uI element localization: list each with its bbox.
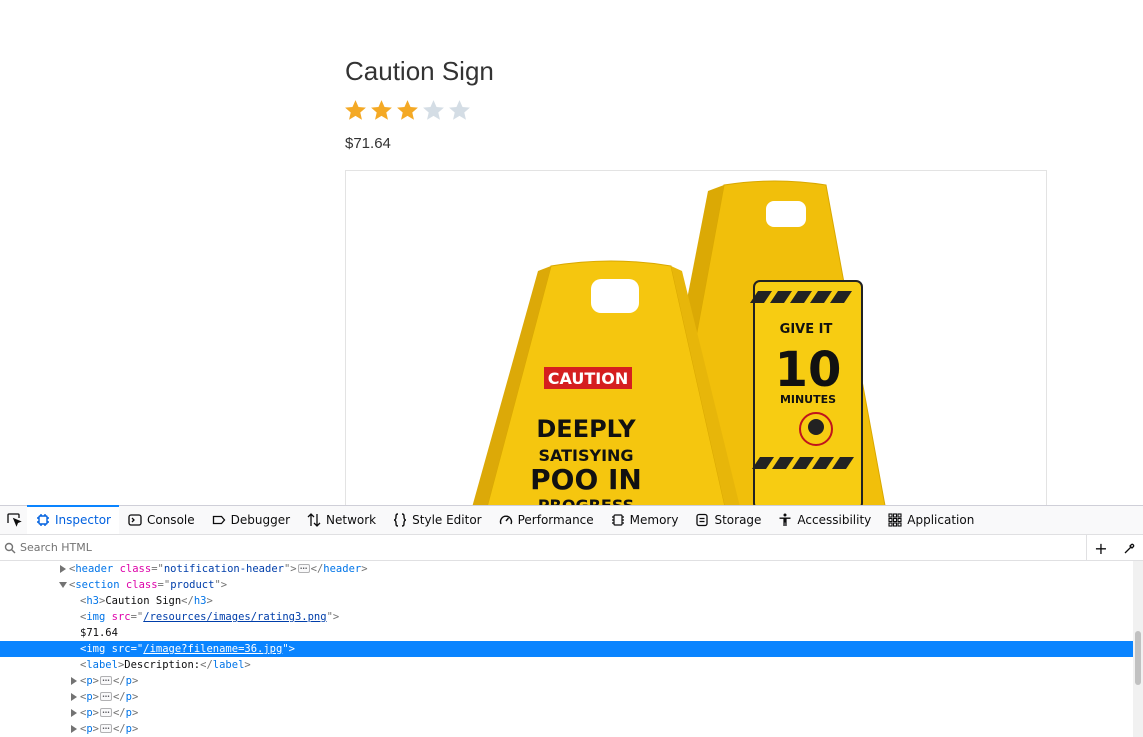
svg-text:10: 10 bbox=[775, 342, 842, 398]
tab-label: Console bbox=[146, 513, 195, 527]
style-editor-icon bbox=[393, 513, 407, 527]
markup-view: <header class="notification-header"></he… bbox=[0, 561, 1143, 737]
console-icon bbox=[128, 513, 142, 527]
markup-line-img-product-selected[interactable]: <img src="/image?filename=36.jpg"> bbox=[0, 641, 1143, 657]
product-image-link[interactable]: /image?filename=36.jpg bbox=[143, 643, 282, 655]
storage-icon bbox=[695, 513, 709, 527]
markup-line-img-rating[interactable]: <img src="/resources/images/rating3.png"… bbox=[0, 609, 1143, 625]
memory-icon bbox=[611, 513, 625, 527]
markup-line-p[interactable]: <p></p> bbox=[0, 673, 1143, 689]
expand-arrow-icon[interactable] bbox=[70, 705, 78, 721]
search-icon bbox=[0, 542, 20, 554]
page-viewport: Caution Sign $71.64 GIVE IT 10 MINUTES C… bbox=[0, 0, 1143, 505]
tab-label: Network bbox=[326, 513, 377, 527]
svg-text:PROGRESS: PROGRESS bbox=[538, 496, 634, 505]
markup-line-h3[interactable]: <h3>Caution Sign</h3> bbox=[0, 593, 1143, 609]
inspector-icon bbox=[36, 513, 50, 527]
performance-icon bbox=[499, 513, 513, 527]
element-picker-icon bbox=[6, 513, 22, 527]
tab-accessibility[interactable]: Accessibility bbox=[769, 506, 879, 534]
network-icon bbox=[307, 513, 321, 527]
tab-console[interactable]: Console bbox=[119, 506, 203, 534]
markup-line-price-text[interactable]: $71.64 bbox=[0, 625, 1143, 641]
star-icon-4 bbox=[423, 100, 444, 120]
expand-arrow-icon[interactable] bbox=[59, 561, 67, 577]
tab-label: Style Editor bbox=[412, 513, 482, 527]
star-icon-1 bbox=[345, 100, 366, 120]
expand-arrow-icon[interactable] bbox=[70, 673, 78, 689]
markup-line-section[interactable]: <section class="product"> bbox=[0, 577, 1143, 593]
search-bar-actions: + bbox=[1086, 535, 1143, 561]
tab-label: Storage bbox=[714, 513, 762, 527]
star-icon-5 bbox=[449, 100, 470, 120]
collapsed-content-icon[interactable] bbox=[99, 721, 112, 737]
tab-label: Performance bbox=[517, 513, 594, 527]
tab-memory[interactable]: Memory bbox=[602, 506, 687, 534]
html-search-bar: + bbox=[0, 535, 1143, 561]
product-title: Caution Sign bbox=[345, 56, 494, 86]
svg-text:GIVE IT: GIVE IT bbox=[780, 322, 833, 337]
accessibility-icon bbox=[778, 513, 792, 527]
svg-text:DEEPLY: DEEPLY bbox=[536, 415, 636, 443]
collapsed-content-icon[interactable] bbox=[297, 561, 310, 577]
devtools-toolbar: Inspector Console Debugger Network Style… bbox=[0, 505, 1143, 535]
markup-line-header[interactable]: <header class="notification-header"></he… bbox=[0, 561, 1143, 577]
tab-label: Inspector bbox=[55, 513, 111, 527]
tab-label: Debugger bbox=[230, 513, 291, 527]
collapsed-content-icon[interactable] bbox=[99, 673, 112, 689]
markup-line-label[interactable]: <label>Description:</label> bbox=[0, 657, 1143, 673]
product-price: $71.64 bbox=[345, 135, 391, 152]
application-icon bbox=[888, 513, 902, 527]
collapse-arrow-icon[interactable] bbox=[59, 577, 67, 593]
debugger-icon bbox=[212, 513, 226, 527]
tab-application[interactable]: Application bbox=[879, 506, 982, 534]
eyedropper-button[interactable] bbox=[1115, 535, 1143, 561]
element-picker-button[interactable] bbox=[0, 506, 27, 534]
product-rating bbox=[343, 98, 472, 123]
tab-label: Memory bbox=[629, 513, 679, 527]
expand-arrow-icon[interactable] bbox=[70, 689, 78, 705]
collapsed-content-icon[interactable] bbox=[99, 705, 112, 721]
caution-sign-illustration: GIVE IT 10 MINUTES CAUTION DEEPLY SATISY… bbox=[472, 180, 886, 505]
add-node-button[interactable]: + bbox=[1087, 535, 1115, 561]
markup-line-p[interactable]: <p></p> bbox=[0, 705, 1143, 721]
search-html-input[interactable] bbox=[20, 541, 1020, 554]
scrollbar-thumb[interactable] bbox=[1135, 631, 1141, 685]
collapsed-content-icon[interactable] bbox=[99, 689, 112, 705]
star-icon-3 bbox=[397, 100, 418, 120]
tab-performance[interactable]: Performance bbox=[490, 506, 602, 534]
star-icon-2 bbox=[371, 100, 392, 120]
rating-image-link[interactable]: /resources/images/rating3.png bbox=[143, 611, 326, 623]
svg-text:CAUTION: CAUTION bbox=[548, 369, 628, 388]
markup-line-p[interactable]: <p></p> bbox=[0, 689, 1143, 705]
svg-text:MINUTES: MINUTES bbox=[780, 393, 836, 406]
plus-icon: + bbox=[1094, 538, 1108, 558]
tab-inspector[interactable]: Inspector bbox=[27, 505, 119, 534]
tab-label: Accessibility bbox=[797, 513, 872, 527]
tab-debugger[interactable]: Debugger bbox=[203, 506, 298, 534]
markup-scrollbar[interactable] bbox=[1133, 561, 1143, 737]
tab-network[interactable]: Network bbox=[298, 506, 384, 534]
expand-arrow-icon[interactable] bbox=[70, 721, 78, 737]
devtools-panel: Inspector Console Debugger Network Style… bbox=[0, 505, 1143, 737]
tab-storage[interactable]: Storage bbox=[686, 506, 769, 534]
tab-label: Application bbox=[907, 513, 975, 527]
product-image: GIVE IT 10 MINUTES CAUTION DEEPLY SATISY… bbox=[345, 170, 1047, 505]
svg-text:POO IN: POO IN bbox=[530, 463, 642, 496]
markup-line-p[interactable]: <p></p> bbox=[0, 721, 1143, 737]
tab-style-editor[interactable]: Style Editor bbox=[384, 506, 489, 534]
eyedropper-icon bbox=[1124, 543, 1134, 553]
